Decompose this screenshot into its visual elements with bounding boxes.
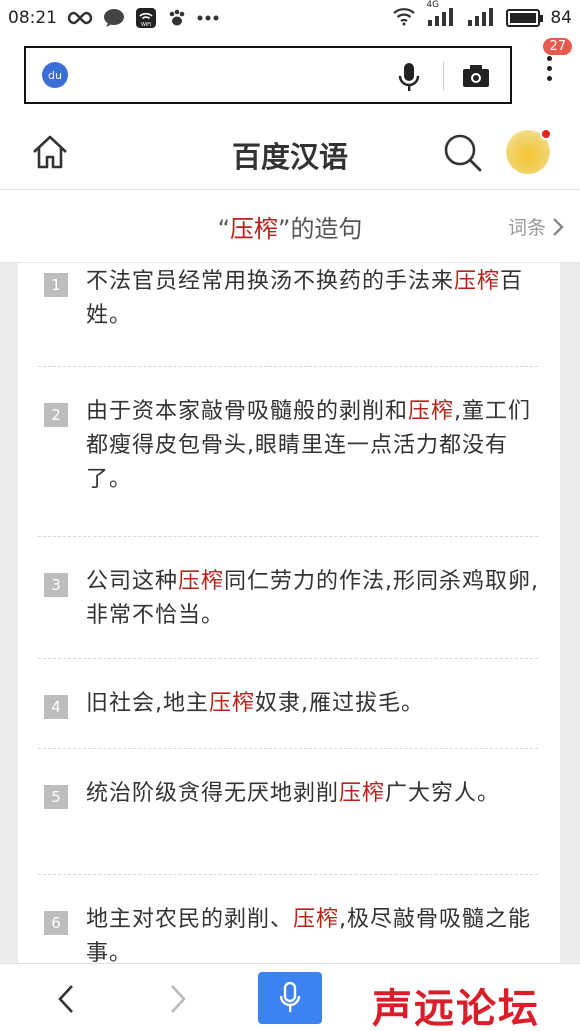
item-number: 5	[44, 785, 68, 809]
cell-signal-icon: 4G	[426, 0, 456, 31]
address-divider	[443, 62, 444, 90]
page-title: 百度汉语	[231, 140, 348, 174]
baidu-logo-icon[interactable]: du	[42, 62, 68, 88]
list-item: 3 公司这种压榨同仁劳力的作法,形同杀鸡取卵,非常不恰当。	[38, 537, 538, 659]
entry-link-label: 词条	[507, 217, 546, 239]
content-area[interactable]: 1 不法官员经常用换汤不换药的手法来压榨百姓。 2 由于资本家敲骨吸髓般的剥削和…	[0, 263, 580, 963]
infinity-icon	[67, 11, 93, 25]
microphone-icon[interactable]	[398, 62, 420, 96]
sentence-list: 1 不法官员经常用换汤不换药的手法来压榨百姓。 2 由于资本家敲骨吸髓般的剥削和…	[18, 263, 560, 963]
subheader: “压榨”的造句 词条	[0, 191, 580, 263]
item-number: 1	[44, 273, 68, 297]
sentence-keyword: 压榨	[454, 269, 501, 294]
item-number: 2	[44, 403, 68, 427]
battery-fill	[510, 13, 536, 23]
bottom-nav: 声远论坛	[0, 963, 580, 1031]
chevron-right-icon	[553, 217, 564, 236]
watermark: 声远论坛	[372, 986, 540, 1031]
quote-close: ”	[278, 215, 291, 243]
sentence-keyword: 压榨	[408, 399, 455, 424]
entry-link[interactable]: 词条	[508, 213, 564, 240]
title-keyword: 压榨	[230, 215, 278, 243]
section-title: “压榨”的造句	[0, 209, 580, 244]
sentence-keyword: 压榨	[293, 907, 340, 932]
list-item: 2 由于资本家敲骨吸髓般的剥削和压榨,童工们都瘦得皮包骨头,眼睛里连一点活力都没…	[38, 367, 538, 537]
back-icon[interactable]	[56, 984, 76, 1018]
cell-signal-2-icon	[466, 6, 496, 31]
status-bar: 08:21 WiFi 4G 84	[0, 0, 580, 36]
sentence-text: 不法官员经常用换汤不换药的手法来压榨百姓。	[86, 269, 524, 328]
microphone-icon	[279, 982, 301, 1012]
sentence-text: 由于资本家敲骨吸髓般的剥削和压榨,童工们都瘦得皮包骨头,眼睛里连一点活力都没有了…	[86, 399, 532, 492]
network-type: 4G	[426, 0, 440, 10]
list-item: 6 地主对农民的剥削、压榨,极尽敲骨吸髓之能事。	[38, 875, 538, 963]
wifi-app-icon: WiFi	[135, 7, 157, 29]
sentence-keyword: 压榨	[209, 691, 256, 716]
sentence-text: 地主对农民的剥削、压榨,极尽敲骨吸髓之能事。	[86, 907, 532, 963]
wifi-app-label: WiFi	[141, 22, 151, 28]
sentence-text: 旧社会,地主压榨奴隶,雁过拔毛。	[86, 691, 425, 716]
battery-level: 84	[550, 8, 572, 28]
item-number: 6	[44, 911, 68, 935]
voice-search-button[interactable]	[258, 972, 322, 1024]
title-suffix: 的造句	[290, 215, 363, 243]
item-number: 4	[44, 695, 68, 719]
battery-icon	[506, 9, 544, 27]
camera-icon[interactable]	[462, 64, 490, 92]
paw-icon	[167, 8, 187, 28]
forward-icon[interactable]	[168, 984, 188, 1018]
more-icon	[197, 15, 219, 21]
quote-open: “	[217, 215, 230, 243]
search-icon[interactable]	[442, 132, 484, 178]
address-bar[interactable]: du	[24, 46, 512, 104]
sentence-keyword: 压榨	[339, 781, 386, 806]
sentence-keyword: 压榨	[178, 569, 225, 594]
app-header: 百度汉语	[0, 116, 580, 190]
sentence-text: 公司这种压榨同仁劳力的作法,形同杀鸡取卵,非常不恰当。	[86, 569, 540, 628]
message-icon	[103, 8, 125, 28]
sentence-text: 统治阶级贪得无厌地剥削压榨广大穷人。	[86, 781, 501, 806]
avatar[interactable]	[506, 128, 552, 174]
list-item: 5 统治阶级贪得无厌地剥削压榨广大穷人。	[38, 749, 538, 875]
status-time: 08:21	[8, 8, 57, 28]
item-number: 3	[44, 573, 68, 597]
wifi-signal-icon	[392, 6, 416, 31]
list-item: 1 不法官员经常用换汤不换药的手法来压榨百姓。	[38, 263, 538, 367]
list-item: 4 旧社会,地主压榨奴隶,雁过拔毛。	[38, 659, 538, 749]
notification-dot	[540, 128, 552, 140]
tab-count-badge[interactable]: 27	[543, 38, 572, 55]
browser-toolbar: du 27	[0, 36, 580, 116]
menu-icon[interactable]	[546, 56, 552, 81]
